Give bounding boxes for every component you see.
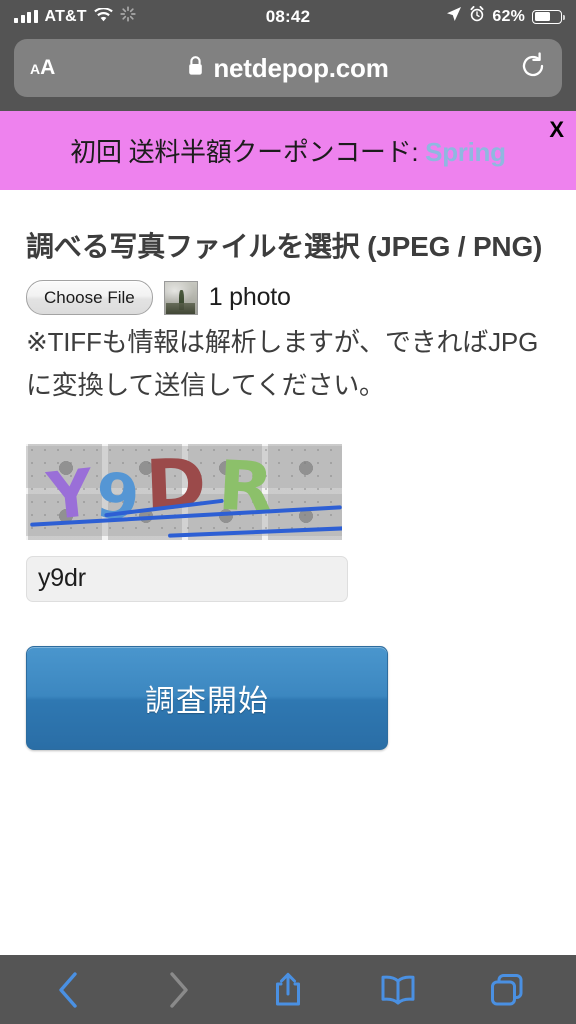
location-arrow-icon: [446, 6, 462, 27]
promo-coupon-code: Spring: [425, 137, 506, 167]
captcha-input[interactable]: [26, 555, 348, 602]
reload-icon[interactable]: [520, 51, 546, 85]
photo-count-label: 1 photo: [208, 283, 291, 312]
url-label: netdepop.com: [213, 52, 389, 83]
choose-file-button[interactable]: Choose File: [26, 280, 153, 316]
share-icon[interactable]: [256, 964, 320, 1016]
battery-icon: [532, 9, 566, 24]
promo-banner-text: 初回 送料半額クーポンコード: Spring: [70, 132, 506, 169]
wifi-icon: [93, 6, 113, 27]
status-bar: AT&T 08:42 62%: [0, 0, 576, 33]
carrier-label: AT&T: [44, 7, 87, 25]
captcha-image: Y 9 D R: [26, 443, 342, 540]
page-content: 調べる写真ファイルを選択 (JPEG / PNG) Choose File 1 …: [0, 190, 576, 955]
alarm-clock-icon: [469, 6, 485, 27]
file-upload-row: Choose File 1 photo: [26, 280, 550, 316]
browser-toolbar: [0, 955, 576, 1024]
page-title: 調べる写真ファイルを選択 (JPEG / PNG): [26, 231, 543, 262]
status-bar-left: AT&T: [14, 6, 136, 27]
promo-banner[interactable]: 初回 送料半額クーポンコード: Spring X: [0, 111, 576, 190]
signal-bars-icon: [14, 10, 38, 23]
text-size-button[interactable]: AA: [30, 56, 55, 80]
format-note: ※TIFFも情報は解析しますが、できればJPGに変換して送信してください。: [26, 327, 539, 400]
phone-screen: AT&T 08:42 62% A A netdepop.com 初回 送料半額ク…: [0, 0, 576, 1024]
text-size-large-a: A: [40, 56, 56, 79]
bookmarks-icon[interactable]: [366, 964, 430, 1016]
address-bar[interactable]: AA netdepop.com: [14, 39, 562, 97]
padlock-icon: [187, 55, 204, 82]
address-bar-center: netdepop.com: [14, 53, 562, 84]
captcha-letters: Y 9 D R: [26, 444, 342, 540]
submit-button[interactable]: 調査開始: [26, 645, 388, 750]
activity-spinner-icon: [120, 6, 136, 27]
browser-chrome: AA netdepop.com: [0, 33, 576, 111]
status-bar-right: 62%: [446, 6, 566, 27]
promo-text-prefix: 初回 送料半額クーポンコード:: [70, 137, 426, 167]
battery-percent-label: 62%: [492, 7, 525, 25]
forward-button: [146, 964, 210, 1016]
tabs-icon[interactable]: [475, 964, 539, 1016]
back-button[interactable]: [37, 964, 101, 1016]
close-icon[interactable]: X: [549, 119, 564, 141]
text-size-small-a: A: [30, 61, 41, 77]
photo-thumbnail: [163, 280, 198, 315]
